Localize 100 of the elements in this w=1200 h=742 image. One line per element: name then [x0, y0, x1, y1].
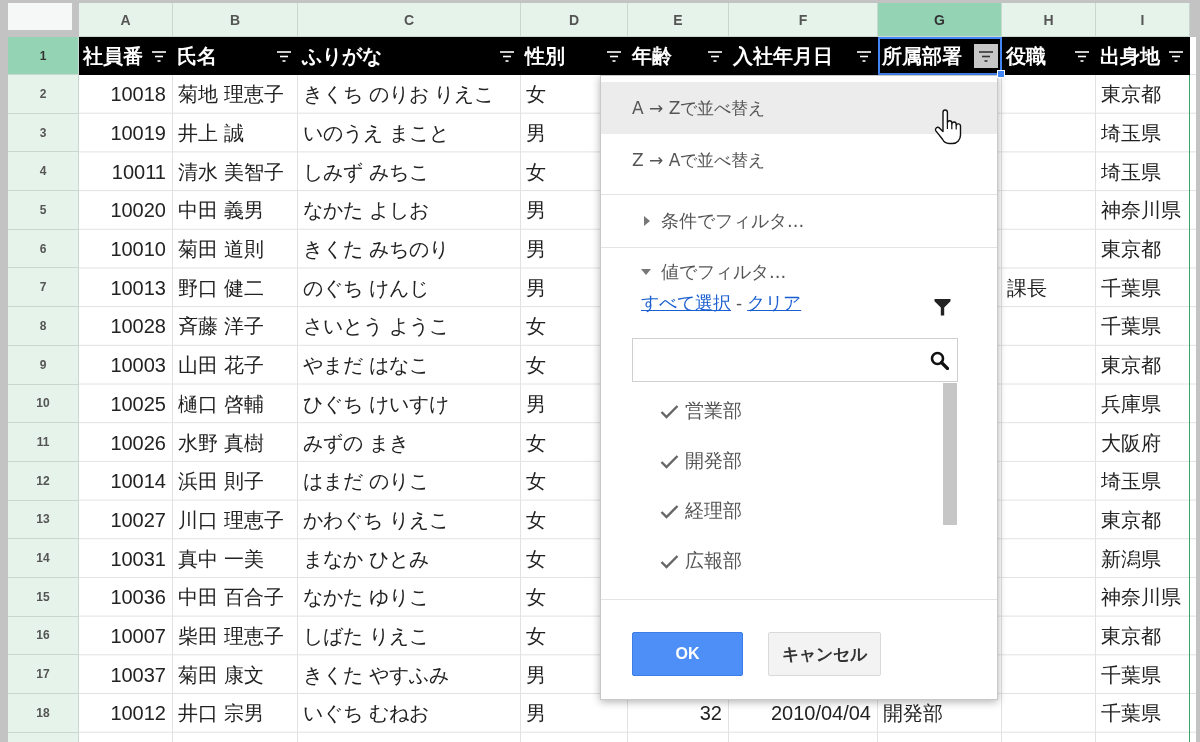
hand-cursor-icon: [934, 109, 962, 145]
birthplace-text: 新潟県: [1101, 546, 1161, 571]
birthplace-text: 兵庫県: [1101, 391, 1161, 416]
caret-right-icon[interactable]: [644, 216, 650, 226]
column-header[interactable]: E: [628, 3, 729, 37]
header-cell[interactable]: 性別: [521, 37, 628, 75]
gender-text: 女: [526, 469, 546, 494]
menu-item[interactable]: Z → Aで並べ替え: [601, 134, 997, 186]
birthplace-text: 東京都: [1101, 507, 1161, 532]
column-header[interactable]: C: [298, 3, 521, 37]
filter-icon[interactable]: [498, 48, 516, 64]
birthplace-text: 東京都: [1101, 623, 1161, 648]
name-reading: さいとう ようこ: [303, 314, 449, 339]
checkmark-icon[interactable]: [660, 453, 679, 469]
name-reading: なかた ゆりこ: [303, 585, 429, 610]
employee-id: 10007: [110, 623, 166, 648]
employee-name: 菊地 理恵子: [178, 82, 284, 107]
employee-name: 水野 真樹: [178, 430, 264, 455]
scrollbar-thumb[interactable]: [943, 383, 957, 525]
name-reading: しばた りえこ: [303, 623, 429, 648]
gender-text: 男: [526, 701, 546, 726]
name-reading: ひぐち けいすけ: [303, 391, 449, 416]
section-toggle[interactable]: 条件でフィルタ...: [661, 209, 805, 233]
gender-text: 女: [526, 430, 546, 455]
gender-text: 男: [526, 391, 546, 416]
filter-icon[interactable]: [150, 48, 168, 64]
job-title: 課長: [1007, 275, 1047, 300]
filter-value-option[interactable]: 営業部: [685, 398, 742, 424]
filter-icon[interactable]: [934, 298, 951, 316]
header-cell[interactable]: 役職: [1002, 37, 1096, 75]
filter-value-option[interactable]: 経理部: [685, 498, 742, 524]
filter-value-option[interactable]: 開発部: [685, 448, 742, 474]
fill-handle[interactable]: [997, 70, 1005, 78]
cancel-button[interactable]: キャンセル: [768, 632, 881, 676]
checkmark-icon[interactable]: [660, 403, 679, 419]
header-cell[interactable]: 所属部署: [878, 37, 1002, 75]
employee-id: 10013: [110, 275, 166, 300]
checkmark-icon[interactable]: [660, 503, 679, 519]
employee-id: 10014: [110, 469, 166, 494]
caret-down-icon[interactable]: [641, 269, 651, 275]
name-reading: はまだ のりこ: [303, 469, 429, 494]
employee-id: 10026: [110, 430, 166, 455]
filter-icon[interactable]: [706, 48, 724, 64]
column-header[interactable]: D: [521, 3, 628, 37]
birthplace-text: 大阪府: [1101, 430, 1161, 455]
employee-id: 10025: [110, 391, 166, 416]
employee-name: 樋口 啓輔: [178, 391, 264, 416]
filter-icon[interactable]: [855, 48, 873, 64]
header-text: 役職: [1006, 44, 1046, 68]
employee-name: 清水 美智子: [178, 159, 284, 184]
filter-icon[interactable]: [1073, 48, 1091, 64]
select-all-link[interactable]: すべて選択: [641, 291, 731, 315]
filter-icon[interactable]: [605, 48, 623, 64]
name-reading: なかた よしお: [303, 198, 429, 223]
gender-text: 女: [526, 353, 546, 378]
name-reading: のぐち けんじ: [303, 275, 429, 300]
filter-icon[interactable]: [275, 48, 293, 64]
employee-name: 川口 理恵子: [178, 507, 284, 532]
employee-name: 井上 誠: [178, 121, 244, 146]
header-text: 年齢: [632, 44, 672, 68]
checkmark-icon[interactable]: [660, 553, 679, 569]
birthplace-text: 神奈川県: [1101, 198, 1181, 223]
header-text: 入社年月日: [733, 44, 833, 68]
department-name: 開発部: [883, 701, 943, 726]
header-text: 社員番: [83, 44, 143, 68]
header-cell[interactable]: 氏名: [173, 37, 298, 75]
birthplace-text: 東京都: [1101, 82, 1161, 107]
employee-id: 10037: [110, 662, 166, 687]
header-cell[interactable]: 入社年月日: [729, 37, 878, 75]
birthplace-text: 埼玉県: [1101, 121, 1161, 146]
name-reading: やまだ はなこ: [303, 353, 429, 378]
link-separator: -: [736, 293, 743, 313]
search-field[interactable]: [632, 338, 958, 382]
employee-name: 菊田 康文: [178, 662, 264, 687]
header-cell[interactable]: ふりがな: [298, 37, 521, 75]
name-reading: きくた みちのり: [303, 237, 449, 262]
employee-name: 菊田 道則: [178, 237, 264, 262]
header-cell[interactable]: 出身地: [1096, 37, 1190, 75]
filter-value-option[interactable]: 広報部: [685, 548, 742, 574]
column-header[interactable]: G: [878, 3, 1002, 37]
header-cell[interactable]: 社員番: [79, 37, 173, 75]
employee-id: 10011: [111, 159, 166, 184]
name-reading: きくた やすふみ: [303, 662, 449, 687]
section-toggle[interactable]: 値でフィルタ...: [661, 260, 787, 284]
row-number[interactable]: 1: [8, 37, 79, 75]
filter-icon[interactable]: [1167, 48, 1185, 64]
gender-text: 男: [526, 237, 546, 262]
column-header[interactable]: I: [1096, 3, 1190, 37]
gender-text: 女: [526, 585, 546, 610]
search-icon[interactable]: [930, 350, 949, 370]
column-header[interactable]: A: [79, 3, 173, 37]
menu-item[interactable]: A → Zで並べ替え: [601, 82, 997, 134]
name-reading: きくち のりお りえこ: [303, 82, 495, 107]
column-header[interactable]: B: [173, 3, 298, 37]
column-header[interactable]: F: [729, 3, 878, 37]
birthplace-text: 埼玉県: [1101, 469, 1161, 494]
clear-link[interactable]: クリア: [747, 291, 802, 315]
header-cell[interactable]: 年齢: [628, 37, 729, 75]
column-header[interactable]: H: [1002, 3, 1096, 37]
name-reading: みずの まき: [303, 430, 409, 455]
